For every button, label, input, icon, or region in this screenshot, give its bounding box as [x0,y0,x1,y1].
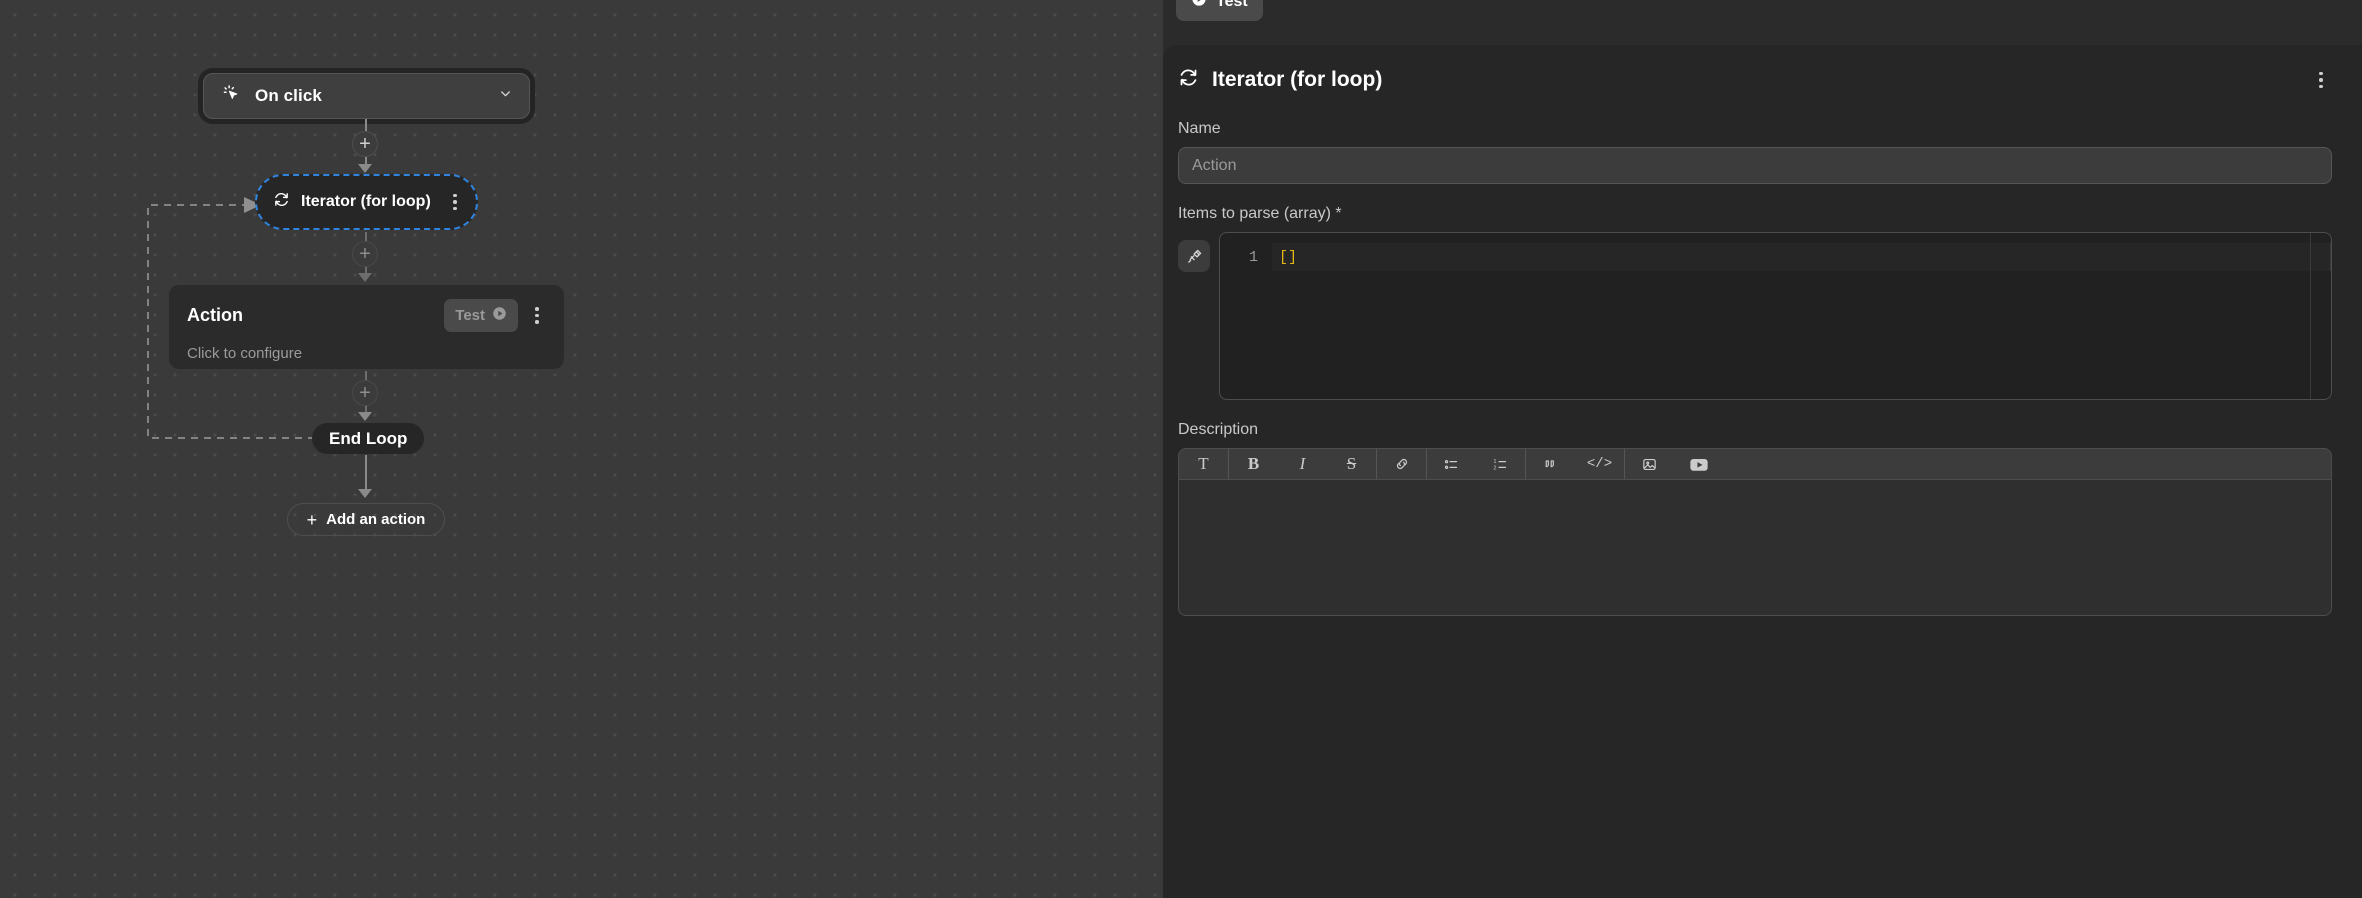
end-loop-label: End Loop [329,428,408,448]
panel-kebab-menu-icon[interactable] [2310,68,2332,92]
action-kebab-menu-icon[interactable] [526,304,548,328]
trigger-label: On click [255,86,322,105]
description-label: Description [1178,421,1259,438]
description-group: Description T B I S 1 2 </> [1178,421,2332,616]
image-icon[interactable] [1625,449,1674,479]
plug-connector-icon[interactable] [1178,240,1210,272]
add-step-button[interactable]: + [352,131,378,157]
svg-text:2: 2 [1493,465,1496,471]
add-an-action-button[interactable]: + Add an action [287,503,445,536]
add-step-button[interactable]: + [352,241,378,267]
iterator-kebab-menu-icon[interactable] [444,190,466,214]
code-icon[interactable]: </> [1575,449,1624,479]
iterator-label: Iterator (for loop) [301,193,431,210]
cursor-click-icon [222,84,241,108]
chevron-down-icon[interactable] [498,86,513,106]
add-an-action-label: Add an action [326,511,426,528]
items-to-parse-code-editor[interactable]: 1 [] [1219,232,2332,400]
loop-refresh-icon [273,191,290,213]
action-test-button[interactable]: Test [444,299,518,332]
panel-test-label: Test [1216,0,1248,10]
code-line-content[interactable]: [] [1272,243,2331,271]
add-step-button[interactable]: + [352,380,378,406]
connector-arrow [358,489,372,498]
end-loop-badge[interactable]: End Loop [312,423,425,454]
name-label: Name [1178,120,1221,137]
panel-test-button[interactable]: Test [1176,0,1263,21]
play-circle-icon [1191,0,1207,12]
action-subtitle: Click to configure [187,345,303,362]
bullet-list-icon[interactable] [1427,449,1476,479]
strikethrough-icon[interactable]: S [1327,449,1376,479]
numbered-list-icon[interactable]: 1 2 [1476,449,1525,479]
plus-icon: + [306,509,318,530]
video-icon[interactable] [1674,449,1723,479]
link-icon[interactable] [1377,449,1426,479]
connector-arrow [358,273,372,282]
description-toolbar: T B I S 1 2 </> [1178,448,2332,479]
play-circle-icon [492,306,507,325]
action-title: Action [187,305,243,325]
code-editor-ruler [2310,233,2311,399]
workflow-canvas[interactable]: On click + Iterator (for loop) + Action … [0,0,1163,898]
connector-arrow [358,164,372,173]
panel-header: Iterator (for loop) [1178,67,2332,93]
panel-content: Iterator (for loop) Name Items to parse … [1163,45,2362,898]
italic-icon[interactable]: I [1278,449,1327,479]
items-to-parse-group: Items to parse (array) * 1 [] [1178,205,2332,400]
bold-icon[interactable]: B [1229,449,1278,479]
panel-title: Iterator (for loop) [1212,68,1383,91]
action-node-card[interactable]: Action Test Click to configure [169,285,564,369]
iterator-node[interactable]: Iterator (for loop) [255,174,478,230]
code-line-number: 1 [1248,248,1258,266]
panel-toolbar: Test [1163,0,2362,36]
svg-text:1: 1 [1493,459,1496,465]
items-to-parse-label: Items to parse (array) * [1178,205,1342,222]
name-input[interactable] [1178,147,2332,184]
trigger-node-on-click[interactable]: On click [203,73,530,119]
quote-icon[interactable] [1526,449,1575,479]
action-test-label: Test [455,307,485,324]
connector-arrow [358,412,372,421]
text-style-icon[interactable]: T [1179,449,1228,479]
name-field-group: Name [1178,120,2332,184]
loop-refresh-icon [1178,67,1199,93]
properties-panel: Test Iterator (for loop) Name Action Ite… [1163,0,2362,898]
connector-line [365,455,367,491]
description-textarea[interactable] [1178,479,2332,616]
